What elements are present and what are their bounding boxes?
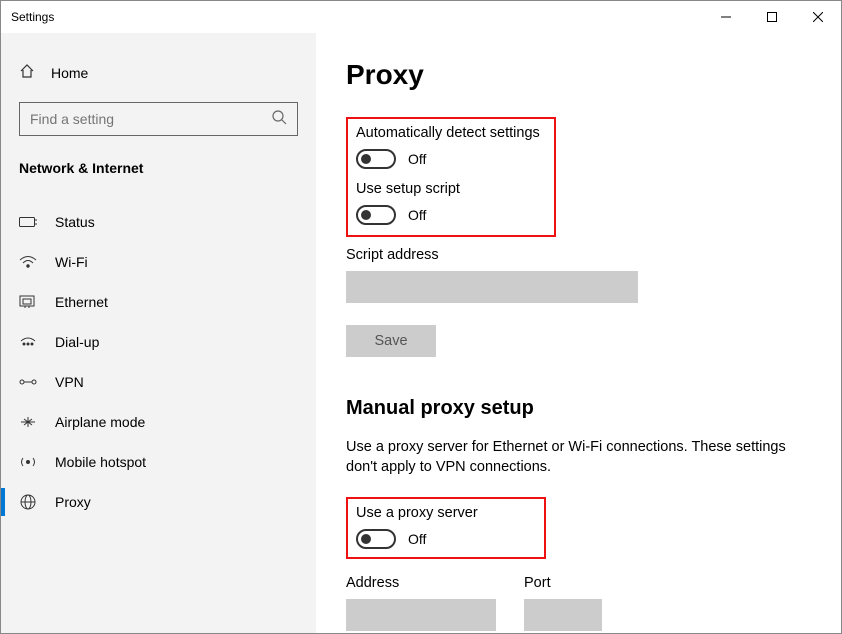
minimize-button[interactable] [703,1,749,33]
search-box[interactable] [19,102,298,136]
status-icon [19,215,37,229]
sidebar-item-label: Status [55,214,95,230]
setup-script-label: Use setup script [356,181,546,197]
use-proxy-label: Use a proxy server [356,505,536,521]
dialup-icon [19,335,37,349]
sidebar-item-label: Ethernet [55,294,108,310]
airplane-icon [19,415,37,429]
highlight-auto-proxy: Automatically detect settings Off Use se… [346,117,556,237]
vpn-icon [19,375,37,389]
search-icon [271,109,287,130]
sidebar-item-vpn[interactable]: VPN [1,362,316,402]
setup-script-toggle[interactable] [356,205,396,225]
sidebar-item-label: Proxy [55,494,91,510]
setup-script-state: Off [408,207,426,223]
close-button[interactable] [795,1,841,33]
auto-detect-state: Off [408,151,426,167]
script-address-label: Script address [346,247,811,263]
sidebar-item-airplane[interactable]: Airplane mode [1,402,316,442]
sidebar-item-label: Airplane mode [55,414,145,430]
address-input[interactable] [346,599,496,631]
auto-detect-toggle[interactable] [356,149,396,169]
sidebar-item-label: Mobile hotspot [55,454,146,470]
manual-proxy-heading: Manual proxy setup [346,397,811,420]
port-label: Port [524,575,602,591]
sidebar-section-header: Network & Internet [1,146,316,190]
use-proxy-state: Off [408,531,426,547]
highlight-use-proxy: Use a proxy server Off [346,497,546,559]
sidebar-item-label: Dial-up [55,334,99,350]
save-button[interactable]: Save [346,325,436,357]
wifi-icon [19,255,37,269]
sidebar-item-proxy[interactable]: Proxy [1,482,316,522]
sidebar-item-label: VPN [55,374,84,390]
sidebar-item-wifi[interactable]: Wi-Fi [1,242,316,282]
titlebar: Settings [1,1,841,33]
use-proxy-toggle[interactable] [356,529,396,549]
home-label: Home [51,65,88,81]
main-content: Proxy Automatically detect settings Off … [316,33,841,633]
proxy-icon [19,494,37,510]
home-button[interactable]: Home [1,51,316,94]
nav-list: Status Wi-Fi Ethernet [1,202,316,522]
search-input[interactable] [30,111,271,127]
sidebar-item-dialup[interactable]: Dial-up [1,322,316,362]
auto-detect-label: Automatically detect settings [356,125,546,141]
home-icon [19,63,35,82]
sidebar-item-ethernet[interactable]: Ethernet [1,282,316,322]
page-title: Proxy [346,59,811,91]
manual-proxy-description: Use a proxy server for Ethernet or Wi-Fi… [346,438,786,477]
sidebar-item-label: Wi-Fi [55,254,88,270]
hotspot-icon [19,455,37,469]
address-label: Address [346,575,496,591]
sidebar: Home Network & Internet Status [1,33,316,633]
window-title: Settings [11,10,54,24]
script-address-input[interactable] [346,271,638,303]
sidebar-item-hotspot[interactable]: Mobile hotspot [1,442,316,482]
maximize-button[interactable] [749,1,795,33]
sidebar-item-status[interactable]: Status [1,202,316,242]
port-input[interactable] [524,599,602,631]
ethernet-icon [19,295,37,309]
